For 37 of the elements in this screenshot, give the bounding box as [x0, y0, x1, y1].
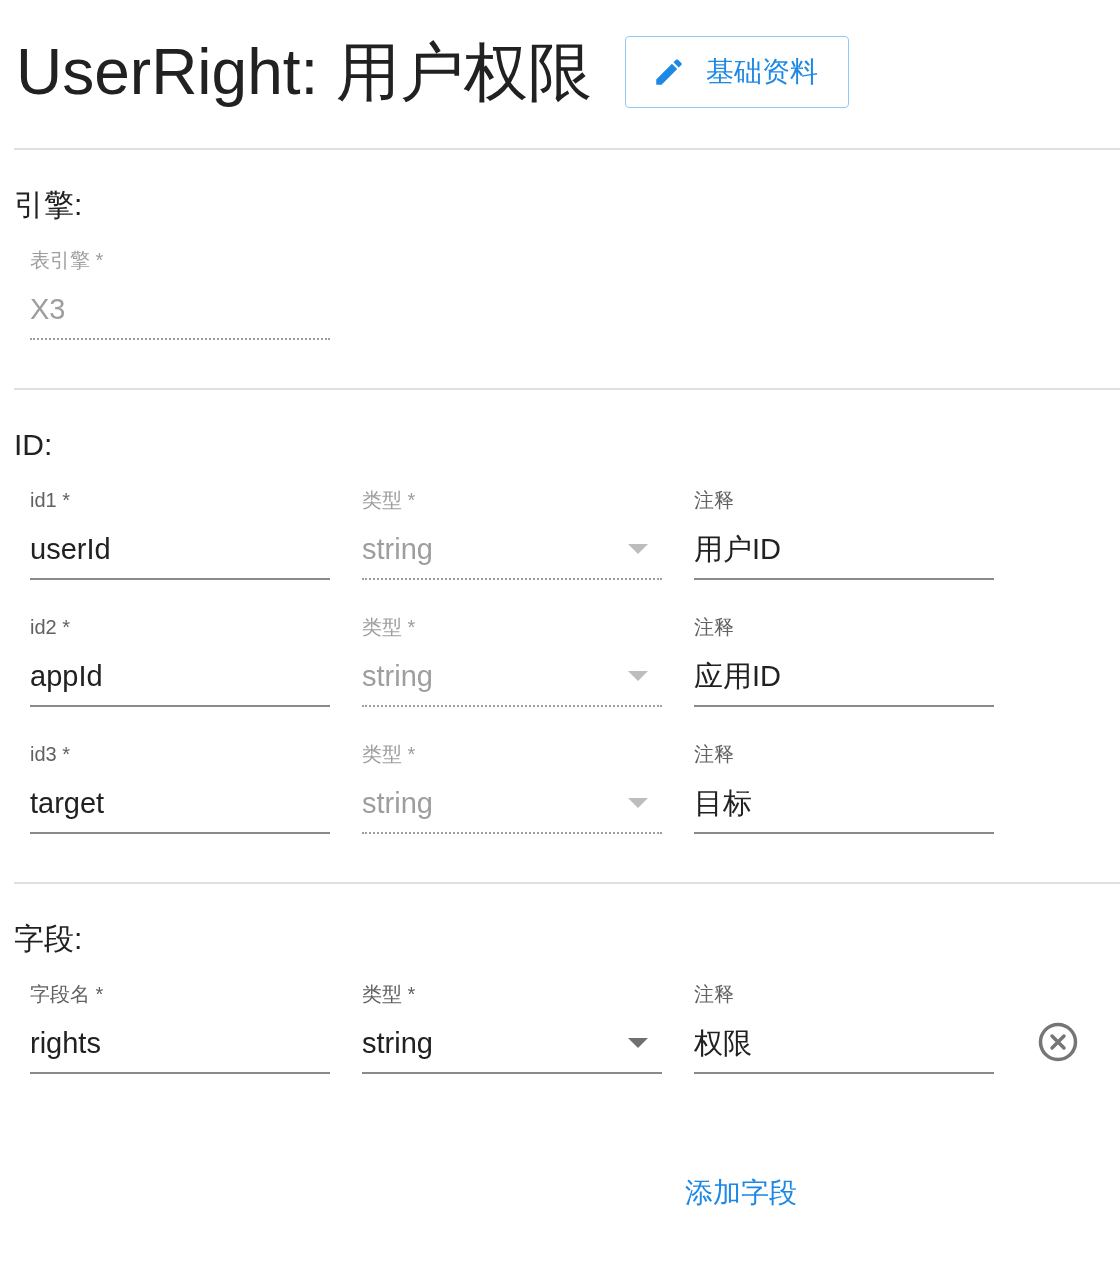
- remove-button[interactable]: [1036, 1020, 1080, 1064]
- caret-icon: [628, 798, 648, 808]
- field-label: 注释: [694, 742, 735, 766]
- edit-button[interactable]: 基础资料: [625, 36, 850, 108]
- input-field[interactable]: rights: [30, 1025, 330, 1074]
- add-field-link[interactable]: 添加字段: [685, 1175, 797, 1211]
- field-label: 类型 *: [362, 742, 417, 766]
- field-label: 类型 *: [362, 615, 417, 639]
- caret-icon: [628, 1038, 648, 1048]
- caret-icon: [628, 544, 648, 554]
- field-label: 类型 *: [362, 982, 417, 1006]
- page-title: UserRight: 用户权限: [16, 35, 593, 110]
- field-label: 字段名 *: [30, 982, 105, 1006]
- field-label: 表引擎 *: [30, 248, 105, 272]
- type-select: string: [362, 785, 662, 834]
- type-select: string: [362, 658, 662, 707]
- input-field[interactable]: 目标: [694, 785, 994, 834]
- field-label: 注释: [694, 488, 735, 512]
- type-select: string: [362, 531, 662, 580]
- input-field[interactable]: appId: [30, 658, 330, 707]
- section-heading: 引擎:: [14, 187, 84, 223]
- section-heading: ID:: [14, 427, 54, 463]
- input-field[interactable]: userId: [30, 531, 330, 580]
- type-select[interactable]: string: [362, 1025, 662, 1074]
- field-label: id1 *: [30, 488, 72, 512]
- input-field[interactable]: 应用ID: [694, 658, 994, 707]
- input-field[interactable]: target: [30, 785, 330, 834]
- field-label: id3 *: [30, 742, 72, 766]
- section-heading: 字段:: [14, 921, 84, 957]
- field-label: 注释: [694, 982, 735, 1006]
- input-field: X3: [30, 291, 330, 340]
- input-field[interactable]: 用户ID: [694, 531, 994, 580]
- field-label: 类型 *: [362, 488, 417, 512]
- input-field[interactable]: 权限: [694, 1025, 994, 1074]
- field-label: 注释: [694, 615, 735, 639]
- field-label: id2 *: [30, 615, 72, 639]
- caret-icon: [628, 671, 648, 681]
